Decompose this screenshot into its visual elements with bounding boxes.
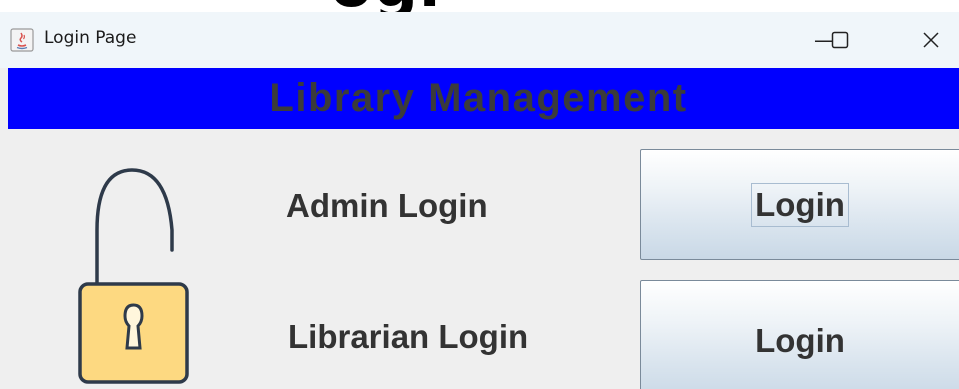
admin-login-label: Admin Login: [286, 187, 488, 224]
unlocked-padlock-icon: [78, 168, 189, 384]
admin-login-button-label: Login: [751, 182, 849, 227]
maximize-icon: [831, 31, 849, 49]
banner-title: Library Management: [269, 76, 688, 120]
librarian-login-label: Librarian Login: [288, 318, 529, 355]
login-window: Login Page — Library Management Admin Lo…: [0, 12, 959, 389]
window-title: Login Page: [44, 28, 137, 48]
java-icon: [10, 28, 34, 52]
admin-login-button[interactable]: Login: [640, 149, 959, 260]
maximize-button[interactable]: [812, 20, 868, 60]
librarian-login-button[interactable]: Login: [640, 280, 959, 389]
app-banner: Library Management: [8, 68, 959, 129]
close-icon: [923, 32, 939, 48]
close-button[interactable]: [903, 20, 959, 60]
title-bar[interactable]: Login Page —: [0, 12, 959, 68]
screen: ogi Login Page —: [0, 0, 959, 389]
librarian-login-button-label: Login: [755, 321, 845, 359]
